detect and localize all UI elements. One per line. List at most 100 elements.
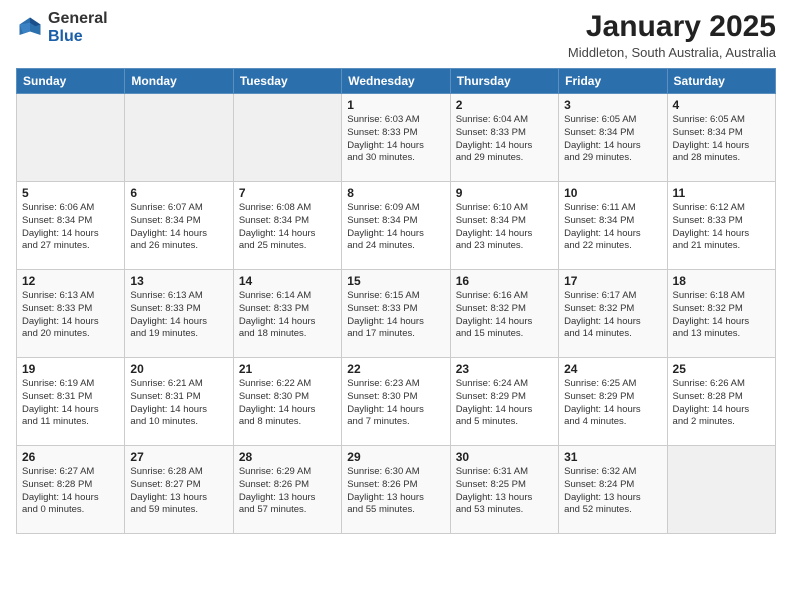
day-info: Sunrise: 6:15 AM Sunset: 8:33 PM Dayligh… [347,290,444,341]
day-number: 6 [130,186,227,200]
day-info: Sunrise: 6:16 AM Sunset: 8:32 PM Dayligh… [456,290,553,341]
calendar-header-row: SundayMondayTuesdayWednesdayThursdayFrid… [17,69,776,94]
day-number: 28 [239,450,336,464]
day-number: 7 [239,186,336,200]
title-block: January 2025 Middleton, South Australia,… [568,10,776,60]
day-number: 8 [347,186,444,200]
day-info: Sunrise: 6:24 AM Sunset: 8:29 PM Dayligh… [456,378,553,429]
calendar-week-2: 5 Sunrise: 6:06 AM Sunset: 8:34 PM Daylig… [17,182,776,270]
day-info: Sunrise: 6:22 AM Sunset: 8:30 PM Dayligh… [239,378,336,429]
calendar-header-friday: Friday [559,69,667,94]
day-info: Sunrise: 6:21 AM Sunset: 8:31 PM Dayligh… [130,378,227,429]
calendar-cell: 31 Sunrise: 6:32 AM Sunset: 8:24 PM Dayli… [559,446,667,534]
day-number: 31 [564,450,661,464]
calendar-header-wednesday: Wednesday [342,69,450,94]
header: General Blue January 2025 Middleton, Sou… [16,10,776,60]
day-number: 26 [22,450,119,464]
calendar-cell [125,94,233,182]
day-number: 11 [673,186,770,200]
day-info: Sunrise: 6:08 AM Sunset: 8:34 PM Dayligh… [239,202,336,253]
calendar-cell: 21Sunrise: 6:22 AM Sunset: 8:30 PM Dayli… [233,358,341,446]
calendar-cell: 6Sunrise: 6:07 AM Sunset: 8:34 PM Daylig… [125,182,233,270]
day-info: Sunrise: 6:28 AM Sunset: 8:27 PM Dayligh… [130,466,227,517]
day-info: Sunrise: 6:13 AM Sunset: 8:33 PM Dayligh… [22,290,119,341]
calendar-cell: 30 Sunrise: 6:31 AM Sunset: 8:25 PM Dayli… [450,446,558,534]
day-number: 9 [456,186,553,200]
calendar-cell: 4 Sunrise: 6:05 AM Sunset: 8:34 PM Daylig… [667,94,775,182]
day-number: 10 [564,186,661,200]
day-info: Sunrise: 6:05 AM Sunset: 8:34 PM Dayligh… [673,114,770,165]
day-info: Sunrise: 6:06 AM Sunset: 8:34 PM Dayligh… [22,202,119,253]
day-number: 23 [456,362,553,376]
calendar-week-4: 19 Sunrise: 6:19 AM Sunset: 8:31 PM Dayli… [17,358,776,446]
calendar-week-1: 1Sunrise: 6:03 AM Sunset: 8:33 PM Daylig… [17,94,776,182]
calendar-cell [667,446,775,534]
calendar-cell: 8 Sunrise: 6:09 AM Sunset: 8:34 PM Daylig… [342,182,450,270]
page: General Blue January 2025 Middleton, Sou… [0,0,792,612]
calendar-cell: 28 Sunrise: 6:29 AM Sunset: 8:26 PM Dayli… [233,446,341,534]
logo-blue: Blue [48,28,108,46]
day-number: 5 [22,186,119,200]
calendar-cell: 9 Sunrise: 6:10 AM Sunset: 8:34 PM Daylig… [450,182,558,270]
day-info: Sunrise: 6:14 AM Sunset: 8:33 PM Dayligh… [239,290,336,341]
day-number: 17 [564,274,661,288]
day-number: 2 [456,98,553,112]
calendar-header-monday: Monday [125,69,233,94]
calendar-cell [233,94,341,182]
calendar-cell: 22 Sunrise: 6:23 AM Sunset: 8:30 PM Dayli… [342,358,450,446]
calendar-week-5: 26 Sunrise: 6:27 AM Sunset: 8:28 PM Dayli… [17,446,776,534]
day-info: Sunrise: 6:09 AM Sunset: 8:34 PM Dayligh… [347,202,444,253]
day-info: Sunrise: 6:23 AM Sunset: 8:30 PM Dayligh… [347,378,444,429]
calendar-cell: 1Sunrise: 6:03 AM Sunset: 8:33 PM Daylig… [342,94,450,182]
calendar-cell: 11 Sunrise: 6:12 AM Sunset: 8:33 PM Dayli… [667,182,775,270]
day-info: Sunrise: 6:05 AM Sunset: 8:34 PM Dayligh… [564,114,661,165]
calendar-cell: 14 Sunrise: 6:14 AM Sunset: 8:33 PM Dayli… [233,270,341,358]
day-number: 12 [22,274,119,288]
day-info: Sunrise: 6:04 AM Sunset: 8:33 PM Dayligh… [456,114,553,165]
day-number: 14 [239,274,336,288]
calendar-cell: 17 Sunrise: 6:17 AM Sunset: 8:32 PM Dayli… [559,270,667,358]
day-number: 15 [347,274,444,288]
calendar-header-tuesday: Tuesday [233,69,341,94]
calendar-cell: 15 Sunrise: 6:15 AM Sunset: 8:33 PM Dayli… [342,270,450,358]
day-info: Sunrise: 6:12 AM Sunset: 8:33 PM Dayligh… [673,202,770,253]
calendar-cell: 3Sunrise: 6:05 AM Sunset: 8:34 PM Daylig… [559,94,667,182]
day-info: Sunrise: 6:03 AM Sunset: 8:33 PM Dayligh… [347,114,444,165]
calendar-cell: 24Sunrise: 6:25 AM Sunset: 8:29 PM Dayli… [559,358,667,446]
day-info: Sunrise: 6:27 AM Sunset: 8:28 PM Dayligh… [22,466,119,517]
day-info: Sunrise: 6:31 AM Sunset: 8:25 PM Dayligh… [456,466,553,517]
calendar-header-sunday: Sunday [17,69,125,94]
day-info: Sunrise: 6:26 AM Sunset: 8:28 PM Dayligh… [673,378,770,429]
calendar-cell: 5 Sunrise: 6:06 AM Sunset: 8:34 PM Daylig… [17,182,125,270]
day-info: Sunrise: 6:17 AM Sunset: 8:32 PM Dayligh… [564,290,661,341]
day-number: 20 [130,362,227,376]
day-number: 30 [456,450,553,464]
day-info: Sunrise: 6:11 AM Sunset: 8:34 PM Dayligh… [564,202,661,253]
logo-general: General [48,10,108,28]
calendar-header-thursday: Thursday [450,69,558,94]
day-number: 29 [347,450,444,464]
calendar-cell [17,94,125,182]
day-info: Sunrise: 6:32 AM Sunset: 8:24 PM Dayligh… [564,466,661,517]
calendar-cell: 10 Sunrise: 6:11 AM Sunset: 8:34 PM Dayli… [559,182,667,270]
calendar-cell: 19 Sunrise: 6:19 AM Sunset: 8:31 PM Dayli… [17,358,125,446]
day-number: 4 [673,98,770,112]
calendar-cell: 27 Sunrise: 6:28 AM Sunset: 8:27 PM Dayli… [125,446,233,534]
day-number: 25 [673,362,770,376]
location: Middleton, South Australia, Australia [568,45,776,60]
month-title: January 2025 [568,10,776,43]
day-info: Sunrise: 6:25 AM Sunset: 8:29 PM Dayligh… [564,378,661,429]
day-number: 18 [673,274,770,288]
day-info: Sunrise: 6:18 AM Sunset: 8:32 PM Dayligh… [673,290,770,341]
day-info: Sunrise: 6:30 AM Sunset: 8:26 PM Dayligh… [347,466,444,517]
day-info: Sunrise: 6:29 AM Sunset: 8:26 PM Dayligh… [239,466,336,517]
day-info: Sunrise: 6:13 AM Sunset: 8:33 PM Dayligh… [130,290,227,341]
day-info: Sunrise: 6:10 AM Sunset: 8:34 PM Dayligh… [456,202,553,253]
day-number: 19 [22,362,119,376]
day-info: Sunrise: 6:19 AM Sunset: 8:31 PM Dayligh… [22,378,119,429]
calendar-cell: 16Sunrise: 6:16 AM Sunset: 8:32 PM Dayli… [450,270,558,358]
day-number: 27 [130,450,227,464]
calendar-table: SundayMondayTuesdayWednesdayThursdayFrid… [16,68,776,534]
day-number: 22 [347,362,444,376]
logo-icon [16,14,44,42]
